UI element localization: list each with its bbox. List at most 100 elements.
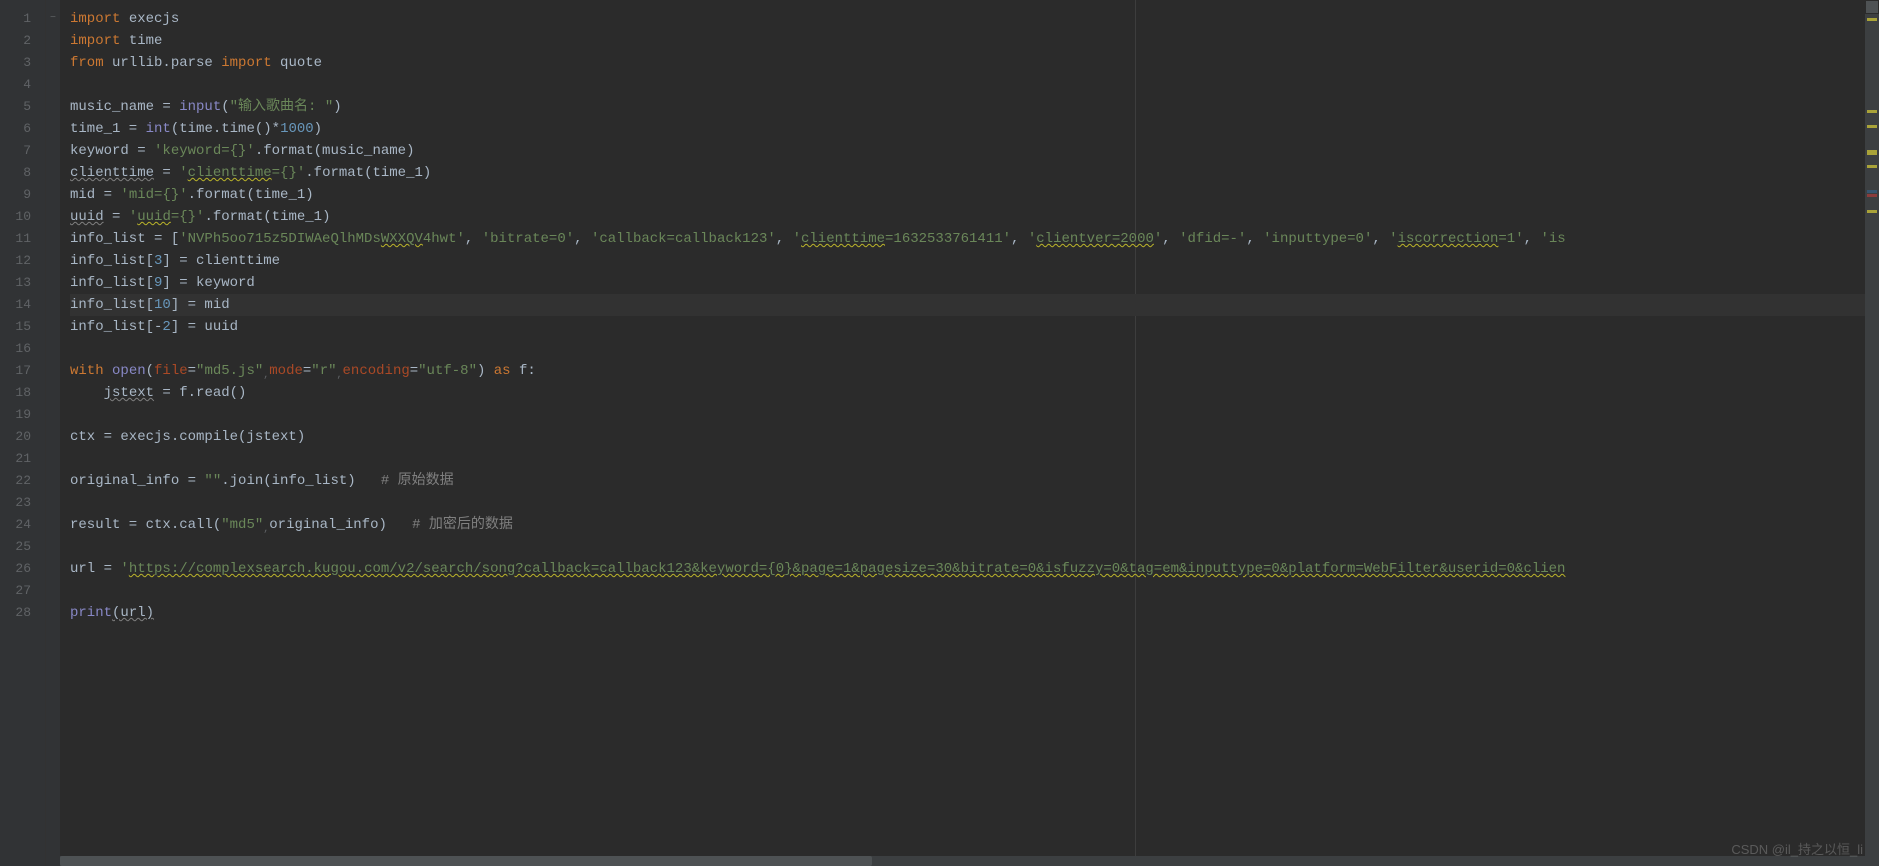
line-number: 19 — [0, 404, 45, 426]
code-line[interactable]: keyword = 'keyword={}'.format(music_name… — [70, 140, 1879, 162]
code-line[interactable] — [70, 404, 1879, 426]
fold-marker — [46, 206, 60, 228]
fold-marker — [46, 448, 60, 470]
fold-marker — [46, 360, 60, 382]
line-number: 1 — [0, 8, 45, 30]
code-line[interactable]: from urllib.parse import quote — [70, 52, 1879, 74]
fold-marker — [46, 294, 60, 316]
line-number: 12 — [0, 250, 45, 272]
code-line[interactable]: with open(file="md5.js",mode="r",encodin… — [70, 360, 1879, 382]
code-line[interactable]: music_name = input("输入歌曲名: ") — [70, 96, 1879, 118]
fold-marker — [46, 140, 60, 162]
line-number: 14 — [0, 294, 45, 316]
code-line[interactable]: ctx = execjs.compile(jstext) — [70, 426, 1879, 448]
code-line[interactable]: info_list = ['NVPh5oo715z5DIWAeQlhMDsWXX… — [70, 228, 1879, 250]
fold-marker — [46, 558, 60, 580]
fold-marker — [46, 492, 60, 514]
code-line[interactable]: uuid = 'uuid={}'.format(time_1) — [70, 206, 1879, 228]
code-line[interactable] — [70, 74, 1879, 96]
line-number: 27 — [0, 580, 45, 602]
fold-marker — [46, 536, 60, 558]
fold-marker — [46, 162, 60, 184]
line-number: 7 — [0, 140, 45, 162]
code-line[interactable] — [70, 536, 1879, 558]
horizontal-scrollbar[interactable] — [60, 856, 1865, 866]
fold-marker — [46, 514, 60, 536]
fold-marker — [46, 184, 60, 206]
fold-marker — [46, 382, 60, 404]
scrollbar-marker[interactable] — [1867, 110, 1877, 113]
code-line[interactable]: original_info = "".join(info_list) # 原始数… — [70, 470, 1879, 492]
vertical-scrollbar[interactable] — [1865, 0, 1879, 866]
code-area[interactable]: import execjsimport timefrom urllib.pars… — [60, 0, 1879, 866]
line-number: 28 — [0, 602, 45, 624]
line-number: 13 — [0, 272, 45, 294]
code-line[interactable]: clienttime = 'clienttime={}'.format(time… — [70, 162, 1879, 184]
code-line[interactable]: mid = 'mid={}'.format(time_1) — [70, 184, 1879, 206]
fold-marker — [46, 96, 60, 118]
fold-marker[interactable]: − — [46, 8, 60, 30]
fold-marker — [46, 580, 60, 602]
line-number: 15 — [0, 316, 45, 338]
scrollbar-status-indicator[interactable] — [1865, 0, 1879, 14]
line-number: 10 — [0, 206, 45, 228]
line-number: 3 — [0, 52, 45, 74]
line-number: 6 — [0, 118, 45, 140]
line-number: 17 — [0, 360, 45, 382]
code-editor[interactable]: 1234567891011121314151617181920212223242… — [0, 0, 1879, 866]
line-number: 25 — [0, 536, 45, 558]
line-number: 20 — [0, 426, 45, 448]
code-line[interactable] — [70, 448, 1879, 470]
code-line[interactable]: url = 'https://complexsearch.kugou.com/v… — [70, 558, 1879, 580]
line-number: 8 — [0, 162, 45, 184]
line-number: 22 — [0, 470, 45, 492]
fold-marker — [46, 52, 60, 74]
fold-marker — [46, 250, 60, 272]
code-line[interactable]: print(url) — [70, 602, 1879, 624]
line-number: 11 — [0, 228, 45, 250]
scrollbar-marker[interactable] — [1867, 165, 1877, 168]
fold-marker — [46, 316, 60, 338]
code-line[interactable]: import time — [70, 30, 1879, 52]
fold-marker — [46, 118, 60, 140]
fold-marker — [46, 74, 60, 96]
code-line[interactable]: info_list[10] = mid — [70, 294, 1879, 316]
fold-marker — [46, 30, 60, 52]
line-number: 16 — [0, 338, 45, 360]
code-line[interactable] — [70, 338, 1879, 360]
line-number: 21 — [0, 448, 45, 470]
horizontal-scrollbar-thumb[interactable] — [60, 856, 872, 866]
code-line[interactable]: import execjs — [70, 8, 1879, 30]
scrollbar-marker[interactable] — [1867, 210, 1877, 213]
line-number: 26 — [0, 558, 45, 580]
line-number: 5 — [0, 96, 45, 118]
code-line[interactable]: result = ctx.call("md5",original_info) #… — [70, 514, 1879, 536]
fold-marker — [46, 426, 60, 448]
scrollbar-marker[interactable] — [1867, 194, 1877, 197]
code-line[interactable] — [70, 492, 1879, 514]
scrollbar-marker[interactable] — [1867, 125, 1877, 128]
scrollbar-marker[interactable] — [1867, 18, 1877, 21]
code-line[interactable]: time_1 = int(time.time()*1000) — [70, 118, 1879, 140]
fold-marker — [46, 470, 60, 492]
scrollbar-marker[interactable] — [1867, 190, 1877, 193]
fold-marker — [46, 602, 60, 624]
fold-gutter[interactable]: − — [46, 0, 60, 866]
fold-marker — [46, 338, 60, 360]
code-line[interactable]: jstext = f.read() — [70, 382, 1879, 404]
line-number: 4 — [0, 74, 45, 96]
fold-marker — [46, 228, 60, 250]
fold-marker — [46, 272, 60, 294]
scrollbar-marker[interactable] — [1867, 152, 1877, 155]
code-line[interactable] — [70, 580, 1879, 602]
line-number: 24 — [0, 514, 45, 536]
line-number-gutter: 1234567891011121314151617181920212223242… — [0, 0, 46, 866]
line-number: 2 — [0, 30, 45, 52]
code-line[interactable]: info_list[9] = keyword — [70, 272, 1879, 294]
code-line[interactable]: info_list[3] = clienttime — [70, 250, 1879, 272]
line-number: 18 — [0, 382, 45, 404]
fold-marker — [46, 404, 60, 426]
line-number: 23 — [0, 492, 45, 514]
code-line[interactable]: info_list[-2] = uuid — [70, 316, 1879, 338]
line-number: 9 — [0, 184, 45, 206]
